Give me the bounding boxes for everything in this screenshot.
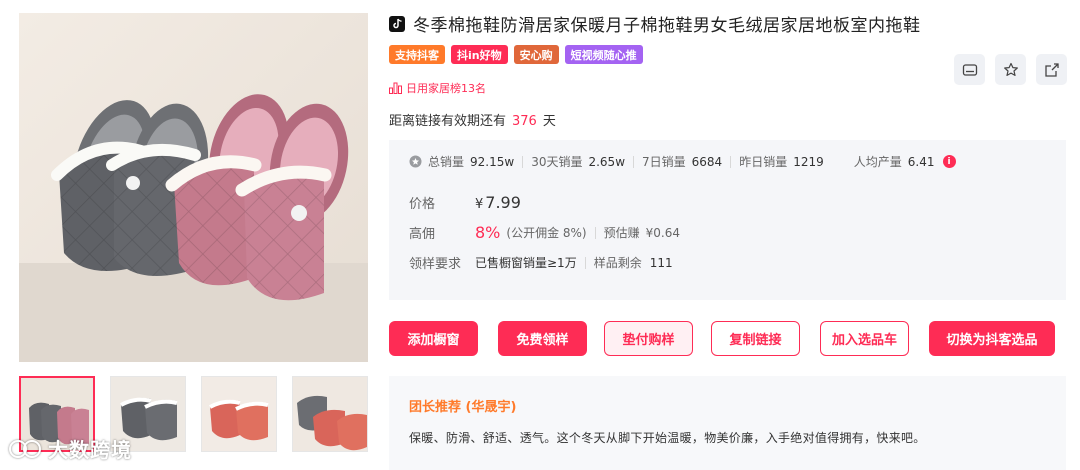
recommendation-text: 保暖、防滑、舒适、透气。这个冬天从脚下开始温暖，物美价廉，入手绝对值得拥有，快来… xyxy=(409,431,926,445)
link-expire: 距离链接有效期还有 376 天 xyxy=(389,110,556,129)
leader-recommendation: 团长推荐 (华晟宇) 保暖、防滑、舒适、透气。这个冬天从脚下开始温暖，物美价廉，… xyxy=(389,376,1066,470)
switch-douke-button[interactable]: 切换为抖客选品 xyxy=(929,321,1055,356)
share-icon xyxy=(1044,62,1059,77)
tag-support-douke: 支持抖客 xyxy=(389,45,445,64)
commission-row: 高佣 8% (公开佣金 8%) 预估赚 ¥0.64 xyxy=(409,223,680,242)
tiktok-icon xyxy=(389,15,405,32)
estimate-label: 预估赚 xyxy=(603,226,640,240)
total-sales-label: 总销量 xyxy=(428,155,465,169)
estimate-value: ¥0.64 xyxy=(645,225,680,240)
thumbnail-3[interactable] xyxy=(201,376,277,452)
add-cart-button[interactable]: 加入选品车 xyxy=(820,321,909,356)
title-row: 冬季棉拖鞋防滑居家保暖月子棉拖鞋男女毛绒居家居地板室内拖鞋 xyxy=(389,11,921,36)
divider xyxy=(730,155,732,168)
product-title: 冬季棉拖鞋防滑居家保暖月子棉拖鞋男女毛绒居家居地板室内拖鞋 xyxy=(413,16,921,36)
sales-badge-icon xyxy=(409,155,422,168)
commission-label: 高佣 xyxy=(409,227,436,242)
divider xyxy=(522,155,524,168)
watermark-logo-icon xyxy=(9,439,41,458)
card-button[interactable] xyxy=(954,54,985,85)
expire-days: 376 xyxy=(512,114,537,129)
tag-douyin-haowu: 抖in好物 xyxy=(451,45,508,64)
sales-stats-row: 总销量 92.15w 30天销量 2.65w 7日销量 6684 昨日销量 12… xyxy=(409,153,956,170)
rank-text: 日用家居榜13名 xyxy=(406,82,486,95)
sales-30d-value: 2.65w xyxy=(588,154,626,169)
sales-yesterday-label: 昨日销量 xyxy=(739,155,788,169)
sample-left-value: 111 xyxy=(649,255,673,270)
price-amount: 7.99 xyxy=(485,193,521,212)
divider xyxy=(633,155,635,168)
copy-link-button[interactable]: 复制链接 xyxy=(711,321,800,356)
commission-value: 8% xyxy=(475,223,501,242)
sample-requirement: 已售橱窗销量≥1万 xyxy=(475,256,577,270)
recommendation-title: 团长推荐 (华晟宇) xyxy=(409,400,517,415)
price-row: 价格 ¥7.99 xyxy=(409,193,521,212)
sample-row: 领样要求 已售橱窗销量≥1万 样品剩余 111 xyxy=(409,253,673,273)
sales-7d-value: 6684 xyxy=(691,154,723,169)
sample-left-label: 样品剩余 xyxy=(593,256,642,270)
rank-chart-icon xyxy=(389,82,402,94)
action-buttons: 添加橱窗 免费领样 垫付购样 复制链接 加入选品车 切换为抖客选品 xyxy=(389,321,1066,356)
free-sample-button[interactable]: 免费领样 xyxy=(498,321,587,356)
tag-short-video: 短视频随心推 xyxy=(564,45,643,64)
watermark: 大数跨境 xyxy=(8,434,132,463)
star-icon xyxy=(1003,62,1018,76)
expire-prefix: 距离链接有效期还有 xyxy=(389,114,507,129)
sample-label: 领样要求 xyxy=(409,257,462,272)
per-capita-value: 6.41 xyxy=(907,154,935,169)
thumbnail-4[interactable] xyxy=(292,376,368,452)
rank-badge: 日用家居榜13名 xyxy=(389,80,486,96)
info-icon[interactable]: i xyxy=(942,155,956,168)
currency-symbol: ¥ xyxy=(475,197,484,212)
favorite-button[interactable] xyxy=(995,54,1026,85)
watermark-text: 大数跨境 xyxy=(48,438,132,462)
expire-suffix: 天 xyxy=(542,114,556,129)
total-sales-value: 92.15w xyxy=(470,154,515,169)
per-capita-label: 人均产量 xyxy=(853,155,902,169)
price-value: ¥7.99 xyxy=(475,193,521,212)
tag-list: 支持抖客 抖in好物 安心购 短视频随心推 xyxy=(389,45,643,64)
prepay-sample-button[interactable]: 垫付购样 xyxy=(604,321,693,356)
card-icon xyxy=(962,63,977,76)
add-window-button[interactable]: 添加橱窗 xyxy=(389,321,478,356)
divider xyxy=(594,226,596,239)
slippers-photo xyxy=(19,13,368,362)
divider xyxy=(584,256,586,269)
share-button[interactable] xyxy=(1036,54,1067,85)
sales-30d-label: 30天销量 xyxy=(531,155,583,169)
price-label: 价格 xyxy=(409,197,436,212)
product-main-image[interactable] xyxy=(19,13,368,362)
sales-yesterday-value: 1219 xyxy=(793,154,824,169)
stats-panel: 总销量 92.15w 30天销量 2.65w 7日销量 6684 昨日销量 12… xyxy=(389,140,1066,300)
tag-anxin-gou: 安心购 xyxy=(513,45,559,64)
sales-7d-label: 7日销量 xyxy=(642,155,686,169)
public-commission: (公开佣金 8%) xyxy=(506,226,587,240)
top-actions xyxy=(954,54,1067,85)
